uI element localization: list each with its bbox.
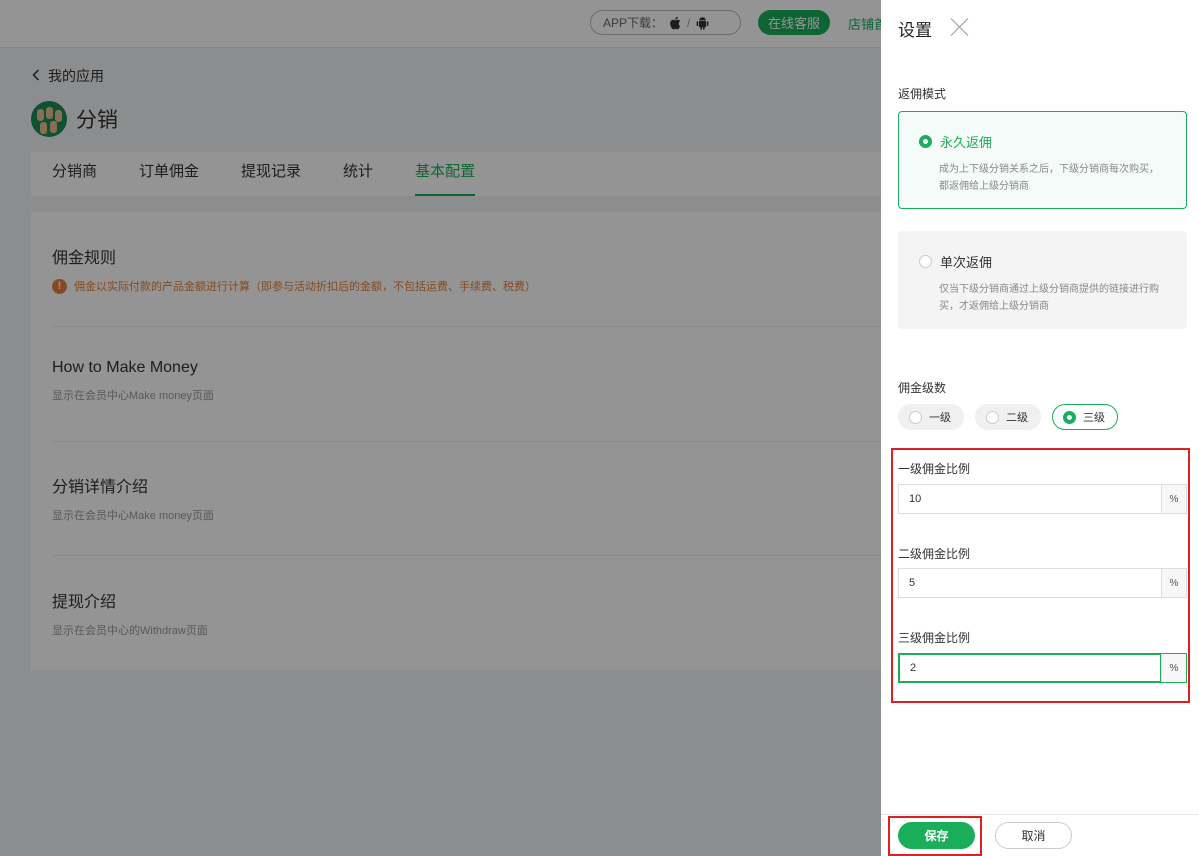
mode-desc: 成为上下级分销关系之后，下级分销商每次购买，都返佣给上级分销商 <box>939 164 1159 192</box>
settings-drawer: 设置 返佣模式 永久返佣 成为上下级分销关系之后，下级分销商每次购买，都返佣给上… <box>881 0 1199 856</box>
level-option-2[interactable]: 二级 <box>975 404 1041 430</box>
drawer-title: 设置 <box>898 21 932 40</box>
mode-single-rebate[interactable]: 单次返佣 仅当下级分销商通过上级分销商提供的链接进行购买，才返佣给上级分销商 <box>898 231 1187 329</box>
modal-overlay[interactable] <box>0 0 881 856</box>
level-label: 三级 <box>1083 412 1105 424</box>
mode-name: 永久返佣 <box>940 135 993 150</box>
commission-levels-label: 佣金级数 <box>898 381 947 395</box>
mode-permanent-rebate[interactable]: 永久返佣 成为上下级分销关系之后，下级分销商每次购买，都返佣给上级分销商 <box>898 111 1187 209</box>
highlight-box-ratios <box>891 448 1190 703</box>
radio-unselected-icon[interactable] <box>919 255 932 268</box>
level-label: 二级 <box>1006 412 1028 424</box>
mode-name: 单次返佣 <box>940 255 993 270</box>
level-option-3[interactable]: 三级 <box>1052 404 1118 430</box>
mode-desc: 仅当下级分销商通过上级分销商提供的链接进行购买，才返佣给上级分销商 <box>939 284 1159 312</box>
commission-level-group: 一级 二级 三级 <box>898 404 1118 430</box>
level-option-1[interactable]: 一级 <box>898 404 964 430</box>
radio-selected-icon[interactable] <box>1063 410 1076 424</box>
rebate-mode-label: 返佣模式 <box>898 87 947 101</box>
cancel-button[interactable]: 取消 <box>995 822 1072 849</box>
highlight-box-save <box>888 816 982 856</box>
radio-unselected-icon[interactable] <box>986 410 999 424</box>
level-label: 一级 <box>929 412 951 424</box>
radio-selected-icon[interactable] <box>919 135 932 148</box>
close-icon[interactable] <box>950 17 969 36</box>
radio-unselected-icon[interactable] <box>909 410 922 424</box>
